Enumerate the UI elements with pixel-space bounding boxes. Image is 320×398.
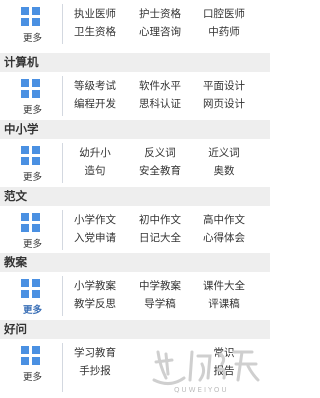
section-header <box>0 53 270 72</box>
category-link[interactable]: 安全教育 <box>139 163 181 178</box>
grid-icon[interactable] <box>21 346 41 366</box>
section-title: 计算机 <box>4 55 39 69</box>
category-link[interactable]: 导学稿 <box>144 296 176 311</box>
section-header <box>0 120 270 139</box>
category-link[interactable]: 手抄报 <box>79 363 111 378</box>
category-link[interactable]: 护士资格 <box>139 6 181 21</box>
section-title: 好问 <box>4 322 27 336</box>
column-divider <box>62 210 63 250</box>
category-link[interactable]: 中药师 <box>208 24 240 39</box>
category-link[interactable]: 平面设计 <box>203 78 245 93</box>
category-link[interactable]: 幼升小 <box>79 145 111 160</box>
category-link[interactable]: 造句 <box>85 163 106 178</box>
grid-icon[interactable] <box>21 279 41 299</box>
category-link[interactable]: 小学教案 <box>74 278 116 293</box>
grid-icon[interactable] <box>21 146 41 166</box>
column-divider <box>62 143 63 183</box>
grid-icon[interactable] <box>21 79 41 99</box>
category-link[interactable]: 思科认证 <box>139 96 181 111</box>
category-link[interactable]: 口腔医师 <box>203 6 245 21</box>
category-link[interactable]: 执业医师 <box>74 6 116 21</box>
column-divider <box>62 76 63 116</box>
section-title: 中小学 <box>4 122 39 136</box>
category-link[interactable]: 网页设计 <box>203 96 245 111</box>
grid-icon[interactable] <box>21 213 41 233</box>
category-link[interactable]: 卫生资格 <box>74 24 116 39</box>
more-link[interactable]: 更多 <box>23 30 42 44</box>
section-header <box>0 320 270 339</box>
category-link[interactable]: 小学作文 <box>74 212 116 227</box>
category-link[interactable]: 软件水平 <box>139 78 181 93</box>
column-divider <box>62 276 63 316</box>
more-link[interactable]: 更多 <box>23 236 42 250</box>
category-link[interactable]: 等级考试 <box>74 78 116 93</box>
more-link[interactable]: 更多 <box>23 369 42 383</box>
category-link[interactable]: 近义词 <box>208 145 240 160</box>
watermark-logo: QUWEIYOU <box>152 344 262 394</box>
grid-icon[interactable] <box>21 7 41 27</box>
category-link[interactable]: 课件大全 <box>203 278 245 293</box>
section-title: 范文 <box>4 189 27 203</box>
section-header <box>0 187 270 206</box>
category-link[interactable]: 教学反思 <box>74 296 116 311</box>
section-header <box>0 253 270 272</box>
category-link[interactable]: 心得体会 <box>203 230 245 245</box>
category-link[interactable]: 日记大全 <box>139 230 181 245</box>
watermark-subtext: QUWEIYOU <box>174 386 229 394</box>
more-link[interactable]: 更多 <box>23 302 42 316</box>
column-divider <box>62 4 63 44</box>
column-divider <box>62 343 63 392</box>
category-link[interactable]: 心理咨询 <box>139 24 181 39</box>
category-link[interactable]: 奥数 <box>214 163 235 178</box>
category-link[interactable]: 入党申请 <box>74 230 116 245</box>
category-link[interactable]: 编程开发 <box>74 96 116 111</box>
more-link[interactable]: 更多 <box>23 102 42 116</box>
category-link[interactable]: 初中作文 <box>139 212 181 227</box>
category-link[interactable]: 高中作文 <box>203 212 245 227</box>
category-link[interactable]: 学习教育 <box>74 345 116 360</box>
category-link[interactable]: 中学教案 <box>139 278 181 293</box>
category-link[interactable]: 评课稿 <box>208 296 240 311</box>
more-link[interactable]: 更多 <box>23 169 42 183</box>
category-link[interactable]: 反义词 <box>144 145 176 160</box>
section-title: 教案 <box>4 255 27 269</box>
